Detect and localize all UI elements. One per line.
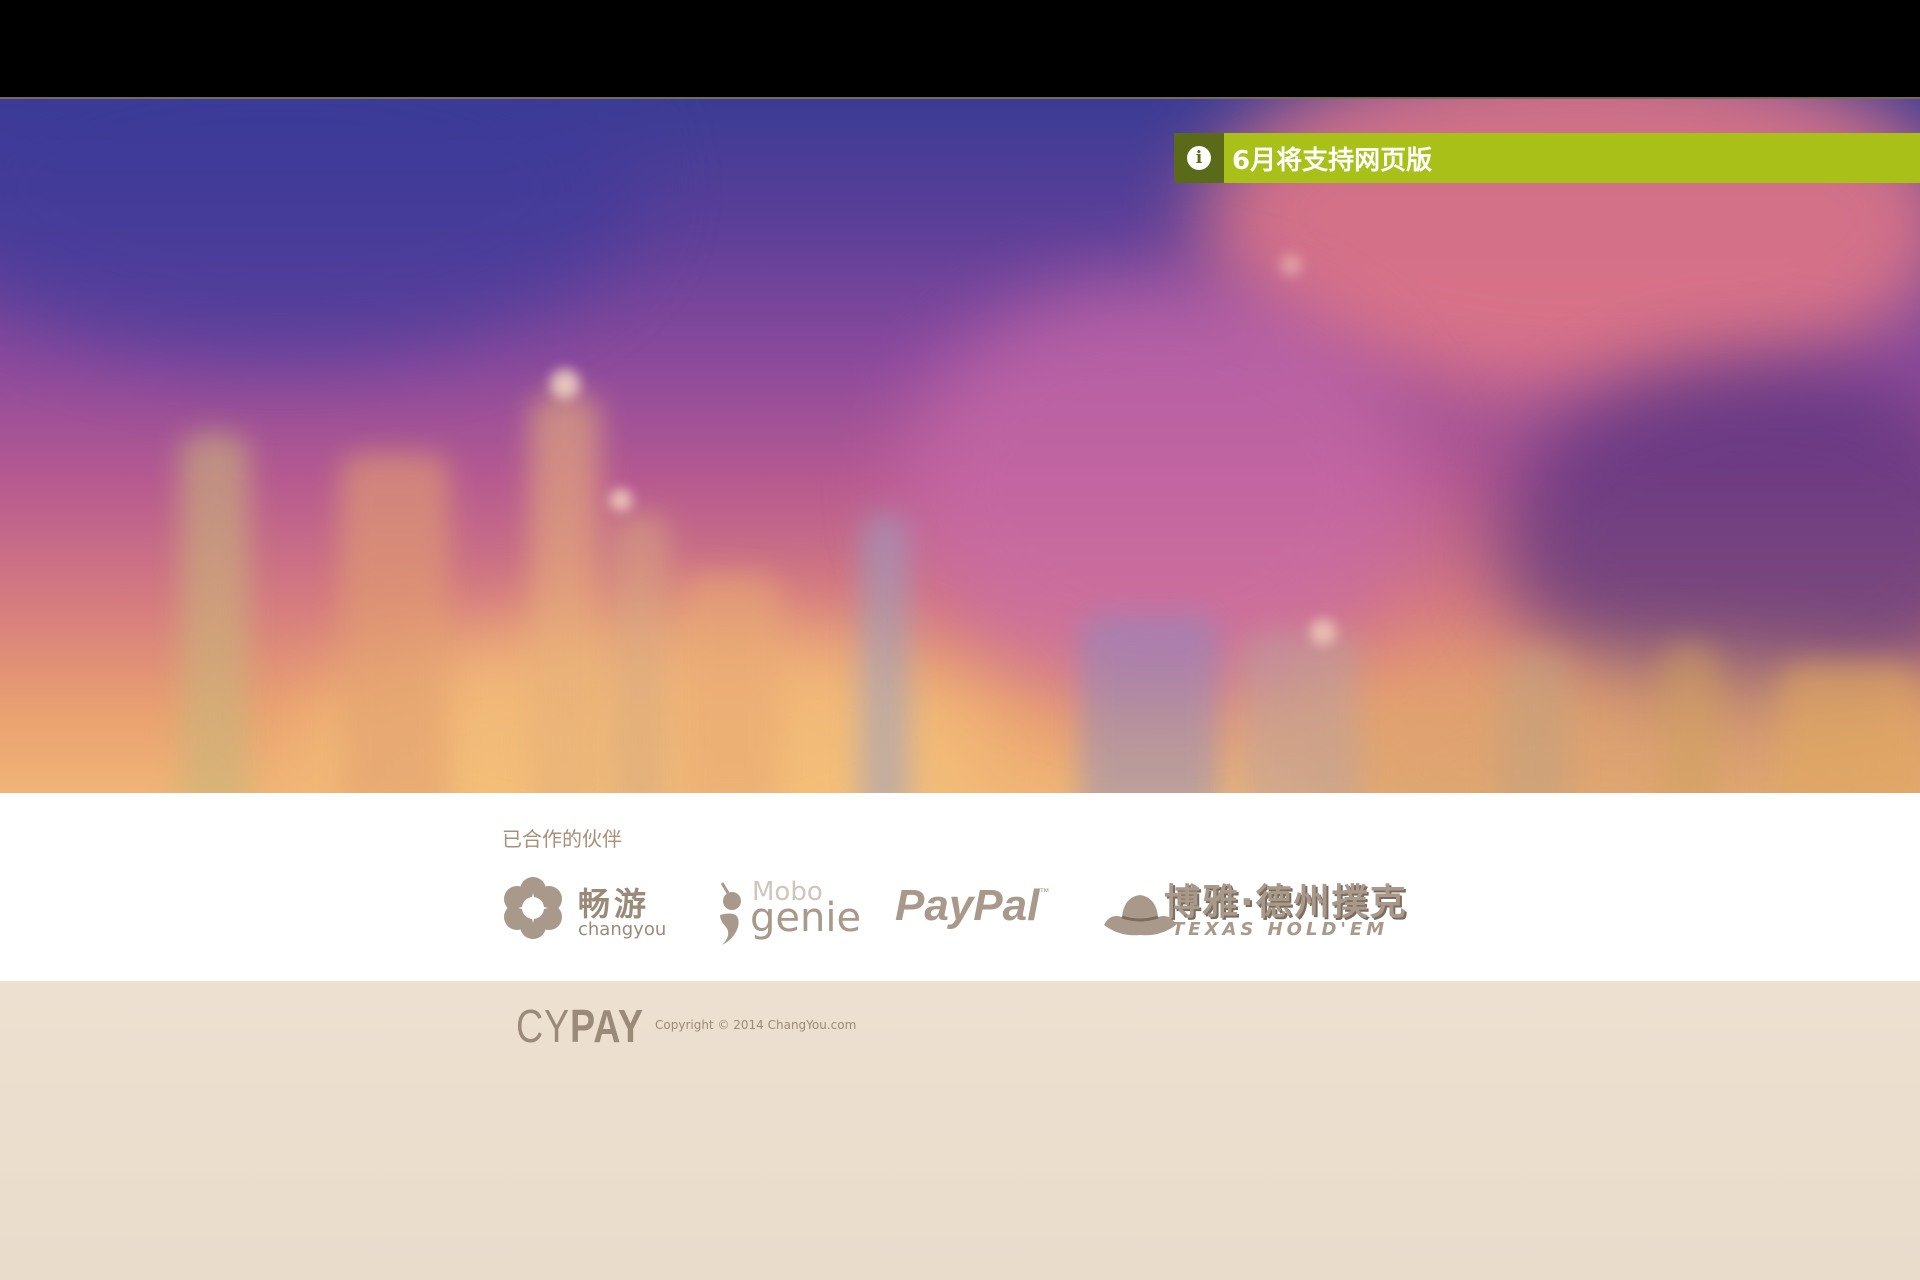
changyou-logo[interactable]: 畅游 changyou (502, 875, 666, 945)
announcement-banner: i 6月将支持网页版 (1174, 133, 1920, 183)
paypal-tm: ™ (1039, 887, 1050, 898)
texas-holdem-cn-text: 博雅·德州撲克 (1164, 882, 1408, 923)
partners-section: 已合作的伙伴 畅游 changyou Mobo genie PayPal™ 博雅… (0, 793, 1920, 981)
cypay-logo-light: CY (516, 1000, 571, 1052)
cypay-logo: CYPAY (516, 999, 644, 1053)
mobogenie-logo[interactable]: Mobo genie (712, 873, 861, 951)
texas-holdem-en-text: TEXAS HOLD'EM (1172, 919, 1389, 940)
paypal-logo[interactable]: PayPal™ (895, 881, 1049, 931)
partners-title: 已合作的伙伴 (502, 827, 622, 851)
top-bar (0, 0, 1920, 98)
info-icon: i (1187, 146, 1211, 170)
hero-banner (0, 99, 1920, 793)
changyou-flower-icon (504, 877, 562, 939)
changyou-en-text: changyou (578, 919, 667, 940)
announcement-icon-box: i (1174, 133, 1224, 183)
cypay-logo-bold: PAY (570, 1000, 644, 1052)
announcement-text: 6月将支持网页版 (1232, 145, 1433, 176)
mobogenie-main-text: genie (750, 895, 862, 941)
footer: CYPAY Copyright © 2014 ChangYou.com (0, 981, 1920, 1280)
mobogenie-genie-icon (720, 882, 741, 945)
copyright-text: Copyright © 2014 ChangYou.com (655, 1018, 857, 1032)
paypal-text: PayPal (895, 881, 1040, 930)
texas-holdem-logo[interactable]: 博雅·德州撲克 TEXAS HOLD'EM (1100, 873, 1416, 949)
